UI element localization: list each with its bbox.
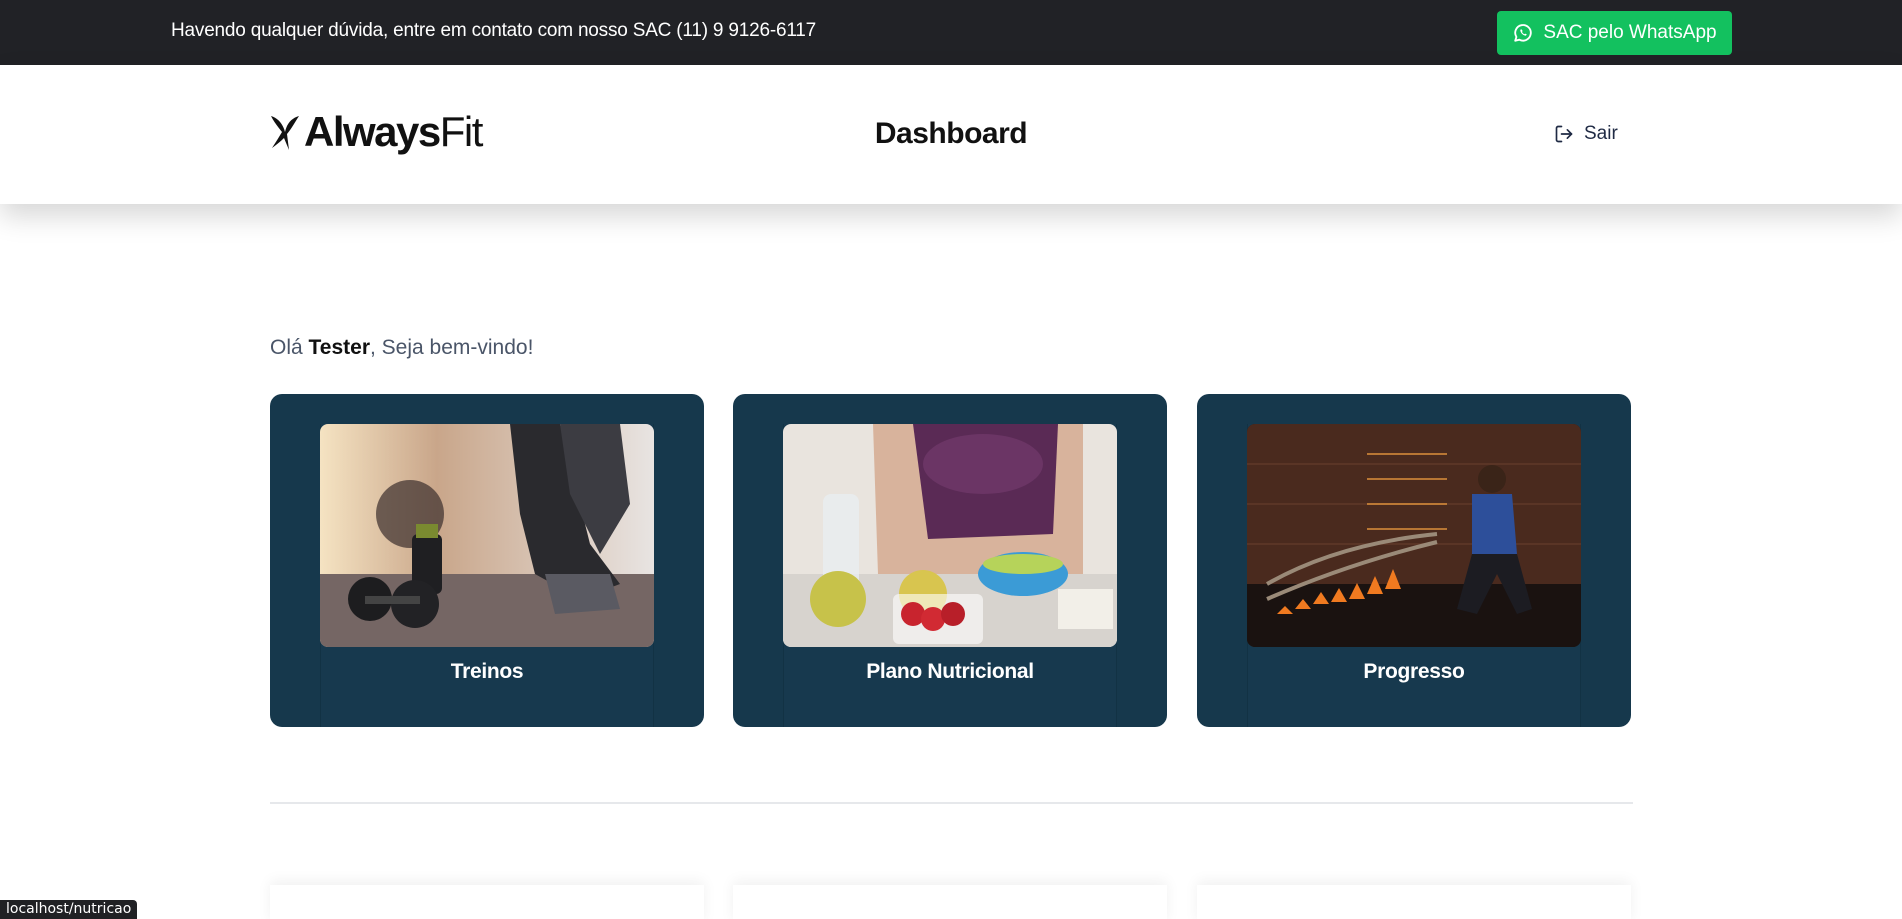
site-header: AlwaysFit Dashboard Sair (0, 65, 1902, 204)
whatsapp-sac-button[interactable]: SAC pelo WhatsApp (1497, 11, 1732, 55)
welcome-greeting: Olá Tester, Seja bem-vindo! (270, 336, 533, 360)
progress-photo (1247, 424, 1581, 647)
lower-card-placeholder (270, 885, 704, 919)
lower-card-placeholder (733, 885, 1167, 919)
top-bar: Havendo qualquer dúvida, entre em contat… (0, 0, 1902, 65)
card-label-plano-nutricional: Plano Nutricional (866, 660, 1034, 683)
logout-icon (1555, 125, 1573, 143)
sac-notice: Havendo qualquer dúvida, entre em contat… (171, 20, 817, 41)
card-plano-nutricional[interactable]: Plano Nutricional (733, 394, 1167, 727)
nutrition-photo (783, 424, 1117, 647)
greeting-prefix: Olá (270, 336, 309, 359)
lower-card-placeholder (1197, 885, 1631, 919)
user-name: Tester (308, 336, 370, 359)
card-progresso[interactable]: Progresso (1197, 394, 1631, 727)
logout-button[interactable]: Sair (1554, 123, 1618, 145)
section-divider (270, 802, 1633, 804)
card-label-progresso: Progresso (1363, 660, 1465, 683)
card-label-treinos: Treinos (450, 660, 524, 683)
logout-label: Sair (1584, 123, 1618, 144)
greeting-suffix: , Seja bem-vindo! (370, 336, 534, 359)
workout-photo (320, 424, 654, 647)
card-treinos[interactable]: Treinos (270, 394, 704, 727)
browser-status-url: localhost/nutricao (0, 900, 138, 919)
whatsapp-icon (1514, 24, 1533, 42)
whatsapp-button-label: SAC pelo WhatsApp (1543, 22, 1717, 43)
